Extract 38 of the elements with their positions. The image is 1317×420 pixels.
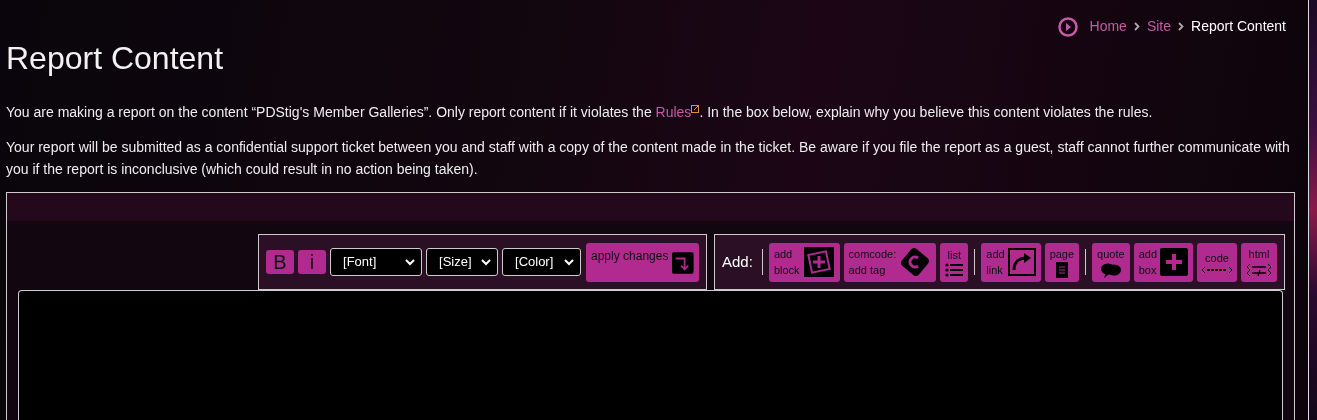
notice-paragraph: Your report will be submitted as a confidential support ticket between you and staff with a copy of the content made in the ticket. Be aware if you file the report as a guest, staff cannot further communicate with you if the report is inconclusive (which could result in no action being taken).	[6, 138, 1291, 179]
chevron-right-icon	[1133, 22, 1140, 31]
external-link-icon	[691, 105, 700, 113]
breadcrumb-link[interactable]: Site	[1146, 16, 1172, 37]
chevron-down-icon	[405, 258, 415, 266]
add-label: Add:	[722, 251, 753, 272]
dropdown-select[interactable]: [Size]	[426, 248, 498, 276]
insert-button[interactable]: quote	[1092, 242, 1130, 282]
insert-button[interactable]: code	[1197, 242, 1237, 282]
insert-button[interactable]: add block	[768, 242, 840, 282]
speech-bubbles-icon	[1099, 262, 1122, 278]
apply-changes-button[interactable]: apply changes	[586, 242, 699, 282]
rules-link[interactable]: Rules	[655, 102, 700, 122]
bold-button[interactable]: B	[266, 250, 294, 274]
insert-button[interactable]: list	[940, 242, 969, 282]
chevron-down-icon	[564, 258, 574, 266]
breadcrumb-link[interactable]: Home	[1089, 16, 1127, 37]
insert-button[interactable]: add box	[1133, 242, 1193, 282]
chevron-right-icon	[1178, 22, 1185, 31]
page-icon	[1055, 262, 1068, 278]
insert-button[interactable]: page	[1044, 242, 1080, 282]
chevron-down-icon	[481, 258, 491, 266]
plus-square-icon	[802, 246, 835, 278]
list-icon	[945, 263, 964, 277]
dropdown-select[interactable]: [Font]	[330, 248, 422, 276]
insert-button[interactable]: comcode: add tag	[843, 242, 937, 282]
plus-icon	[1160, 248, 1188, 276]
report-text-area[interactable]	[18, 290, 1283, 420]
play-circle-icon	[1057, 16, 1078, 37]
breadcrumb-current: Report Content	[1191, 17, 1286, 36]
page-title: Report Content	[6, 39, 224, 78]
script-tag-icon	[1202, 266, 1232, 274]
div-tag-icon	[1246, 262, 1272, 278]
insert-button[interactable]: add link	[981, 242, 1041, 282]
dropdown-select[interactable]: [Color]	[502, 248, 581, 276]
intro-paragraph: You are making a report on the content “PDStig's Member Galleries”. Only report content if it violates the Rules . In the box below, explain why you believe this content violates the rules.	[6, 102, 1154, 122]
italic-button[interactable]: i	[298, 250, 326, 274]
insert-button[interactable]: html	[1241, 242, 1277, 282]
